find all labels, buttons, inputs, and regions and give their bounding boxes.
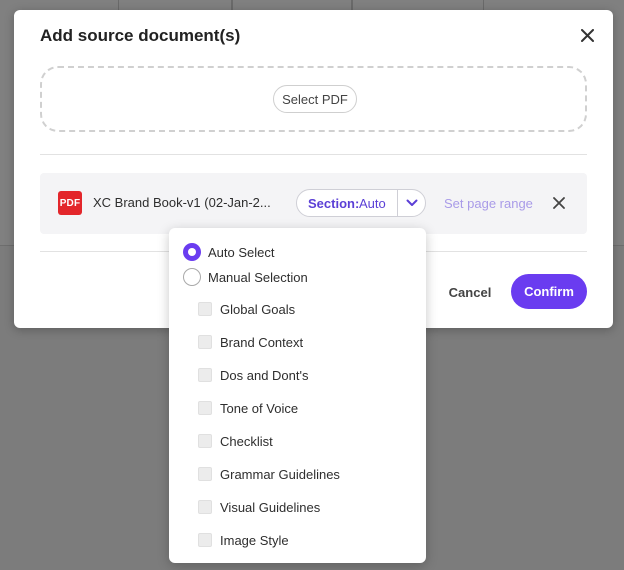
section-label: Section: (308, 196, 360, 211)
file-name: XC Brand Book-v1 (02-Jan-2... (93, 195, 271, 210)
section-selector[interactable]: Section: Auto (296, 189, 426, 217)
close-icon (580, 28, 594, 42)
checkbox[interactable] (198, 500, 212, 514)
section-option-label: Brand Context (220, 334, 304, 350)
chevron-down-icon (406, 199, 418, 206)
checkbox[interactable] (198, 335, 212, 349)
pdf-file-icon: PDF (58, 191, 82, 215)
section-option[interactable]: Brand Context (198, 334, 303, 350)
divider (40, 154, 587, 155)
background-tab (118, 0, 232, 10)
pdf-drop-zone[interactable]: Select PDF (40, 66, 587, 132)
radio-manual-selection[interactable]: Manual Selection (183, 267, 308, 287)
checkbox[interactable] (198, 401, 212, 415)
file-row: PDF XC Brand Book-v1 (02-Jan-2... Sectio… (40, 173, 587, 234)
checkbox[interactable] (198, 533, 212, 547)
section-option-label: Global Goals (220, 301, 296, 317)
radio-button[interactable] (183, 243, 201, 261)
section-dropdown-toggle[interactable] (398, 190, 426, 216)
section-option[interactable]: Visual Guidelines (198, 499, 320, 515)
section-option-label: Tone of Voice (220, 400, 299, 416)
background-tab (232, 0, 352, 10)
checkbox[interactable] (198, 467, 212, 481)
section-option-label: Grammar Guidelines (220, 466, 340, 482)
section-option-label: Image Style (220, 532, 289, 548)
cancel-button[interactable]: Cancel (445, 280, 495, 304)
radio-label: Auto Select (208, 244, 275, 260)
section-option-label: Dos and Dont's (220, 367, 309, 383)
section-option[interactable]: Dos and Dont's (198, 367, 308, 383)
radio-label: Manual Selection (208, 269, 308, 285)
close-icon (553, 197, 565, 209)
section-value: Auto (359, 196, 386, 211)
confirm-button[interactable]: Confirm (511, 274, 587, 309)
section-option-label: Checklist (220, 433, 273, 449)
section-option[interactable]: Checklist (198, 433, 273, 449)
close-dialog-button[interactable] (578, 26, 596, 44)
background-tab (352, 0, 484, 10)
section-option-label: Visual Guidelines (220, 499, 321, 515)
section-option[interactable]: Tone of Voice (198, 400, 298, 416)
section-option[interactable]: Image Style (198, 532, 289, 548)
set-page-range-link[interactable]: Set page range (444, 196, 533, 211)
section-option[interactable]: Global Goals (198, 301, 295, 317)
radio-button[interactable] (183, 268, 201, 286)
checkbox[interactable] (198, 302, 212, 316)
remove-file-button[interactable] (552, 196, 566, 210)
section-dropdown-menu: Auto Select Manual Selection Global Goal… (169, 228, 426, 563)
dialog-title: Add source document(s) (40, 26, 241, 45)
select-pdf-button[interactable]: Select PDF (273, 85, 357, 113)
checkbox[interactable] (198, 368, 212, 382)
radio-auto-select[interactable]: Auto Select (183, 242, 275, 262)
section-option[interactable]: Grammar Guidelines (198, 466, 340, 482)
checkbox[interactable] (198, 434, 212, 448)
